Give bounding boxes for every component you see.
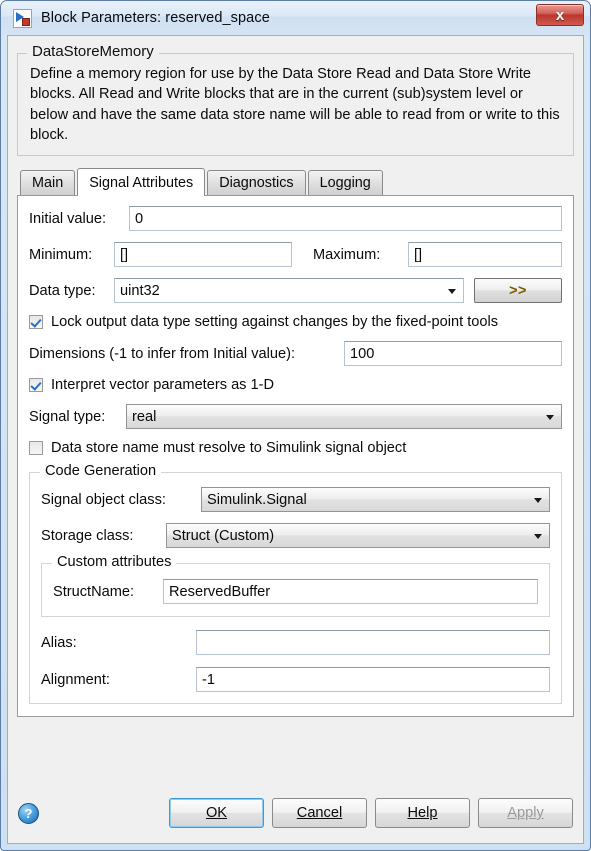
storage-class-dropdown[interactable]: Struct (Custom) — [166, 523, 550, 549]
alias-input[interactable] — [196, 630, 550, 656]
tab-main[interactable]: Main — [20, 170, 76, 196]
signal-object-class-label: Signal object class: — [41, 491, 166, 508]
alignment-row: Alignment: -1 — [41, 667, 550, 693]
dialog-button-bar: ? OK Cancel Help Apply — [8, 783, 583, 843]
lock-output-checkbox[interactable] — [29, 315, 43, 330]
must-resolve-label: Data store name must resolve to Simulink… — [51, 440, 407, 457]
storage-class-value: Struct (Custom) — [172, 527, 275, 544]
signal-object-class-dropdown[interactable]: Simulink.Signal — [201, 487, 550, 513]
lock-output-label: Lock output data type setting against ch… — [51, 314, 499, 331]
help-icon[interactable]: ? — [18, 802, 39, 824]
data-type-row: Data type: uint32 >> — [29, 278, 562, 304]
minimum-input[interactable]: [] — [114, 242, 292, 268]
tab-strip: Main Signal Attributes Diagnostics Loggi… — [17, 167, 574, 197]
initial-value-input[interactable]: 0 — [129, 206, 562, 232]
code-generation-legend: Code Generation — [40, 463, 162, 480]
block-parameters-dialog: Block Parameters: reserved_space x DataS… — [0, 0, 591, 851]
dialog-content: DataStoreMemory Define a memory region f… — [8, 36, 583, 783]
chevron-down-icon — [534, 497, 542, 503]
chevron-down-icon — [448, 288, 456, 294]
signal-type-value: real — [132, 408, 157, 425]
block-description-text: Define a memory region for use by the Da… — [30, 66, 560, 143]
struct-name-row: StructName: ReservedBuffer — [53, 579, 538, 605]
chevron-down-icon — [546, 414, 554, 420]
ok-button[interactable]: OK — [169, 798, 264, 828]
custom-attributes-legend: Custom attributes — [52, 554, 177, 571]
data-type-value: uint32 — [120, 282, 160, 299]
must-resolve-checkbox[interactable] — [29, 441, 43, 456]
code-generation-group: Code Generation Signal object class: Sim… — [29, 463, 562, 705]
alias-row: Alias: — [41, 630, 550, 656]
double-chevron-right-icon: >> — [509, 282, 527, 299]
chevron-down-icon — [534, 533, 542, 539]
apply-button: Apply — [478, 798, 573, 828]
block-type-legend: DataStoreMemory — [27, 43, 159, 60]
signal-object-class-value: Simulink.Signal — [207, 491, 307, 508]
interpret-vector-checkbox[interactable] — [29, 378, 43, 393]
alignment-input[interactable]: -1 — [196, 667, 550, 693]
dimensions-row: Dimensions (-1 to infer from Initial val… — [29, 341, 562, 367]
maximum-label: Maximum: — [313, 246, 381, 263]
cancel-button-label: Cancel — [296, 805, 343, 821]
interpret-vector-label: Interpret vector parameters as 1-D — [51, 377, 275, 394]
struct-name-label: StructName: — [53, 583, 135, 600]
dimensions-input[interactable]: 100 — [344, 341, 562, 367]
initial-value-label: Initial value: — [29, 210, 107, 227]
lock-output-data-type-row[interactable]: Lock output data type setting against ch… — [29, 314, 562, 330]
help-button-label: Help — [407, 805, 438, 821]
data-type-label: Data type: — [29, 282, 96, 299]
help-button[interactable]: Help — [375, 798, 470, 828]
signal-type-dropdown[interactable]: real — [126, 404, 562, 430]
apply-button-label: Apply — [507, 805, 544, 821]
window-title: Block Parameters: reserved_space — [41, 10, 270, 26]
alignment-label: Alignment: — [41, 671, 110, 688]
cancel-button[interactable]: Cancel — [272, 798, 367, 828]
signal-object-class-row: Signal object class: Simulink.Signal — [41, 487, 550, 513]
storage-class-label: Storage class: — [41, 527, 134, 544]
dialog-client-area: DataStoreMemory Define a memory region f… — [7, 35, 584, 844]
interpret-vector-row[interactable]: Interpret vector parameters as 1-D — [29, 377, 562, 393]
signal-attributes-panel: Initial value: 0 Minimum: [] Maximum: []… — [17, 195, 574, 718]
signal-type-row: Signal type: real — [29, 404, 562, 430]
dimensions-label: Dimensions (-1 to infer from Initial val… — [29, 345, 296, 362]
tab-signal-attributes[interactable]: Signal Attributes — [77, 168, 206, 197]
minimum-label: Minimum: — [29, 246, 93, 263]
initial-value-row: Initial value: 0 — [29, 206, 562, 232]
close-icon: x — [555, 6, 565, 24]
close-button[interactable]: x — [536, 4, 584, 26]
struct-name-input[interactable]: ReservedBuffer — [163, 579, 538, 605]
title-bar: Block Parameters: reserved_space x — [1, 1, 590, 35]
signal-type-label: Signal type: — [29, 408, 106, 425]
show-data-type-assistant-button[interactable]: >> — [474, 278, 562, 304]
storage-class-row: Storage class: Struct (Custom) — [41, 523, 550, 549]
tab-logging[interactable]: Logging — [307, 170, 383, 196]
tab-diagnostics[interactable]: Diagnostics — [207, 170, 306, 196]
must-resolve-row[interactable]: Data store name must resolve to Simulink… — [29, 440, 562, 456]
block-description-group: DataStoreMemory Define a memory region f… — [17, 43, 574, 157]
maximum-input[interactable]: [] — [408, 242, 562, 268]
simulink-block-icon — [13, 8, 32, 28]
data-type-dropdown[interactable]: uint32 — [114, 278, 464, 304]
custom-attributes-group: Custom attributes StructName: ReservedBu… — [41, 554, 550, 618]
ok-button-label: OK — [205, 805, 228, 821]
min-max-row: Minimum: [] Maximum: [] — [29, 242, 562, 268]
alias-label: Alias: — [41, 634, 77, 651]
